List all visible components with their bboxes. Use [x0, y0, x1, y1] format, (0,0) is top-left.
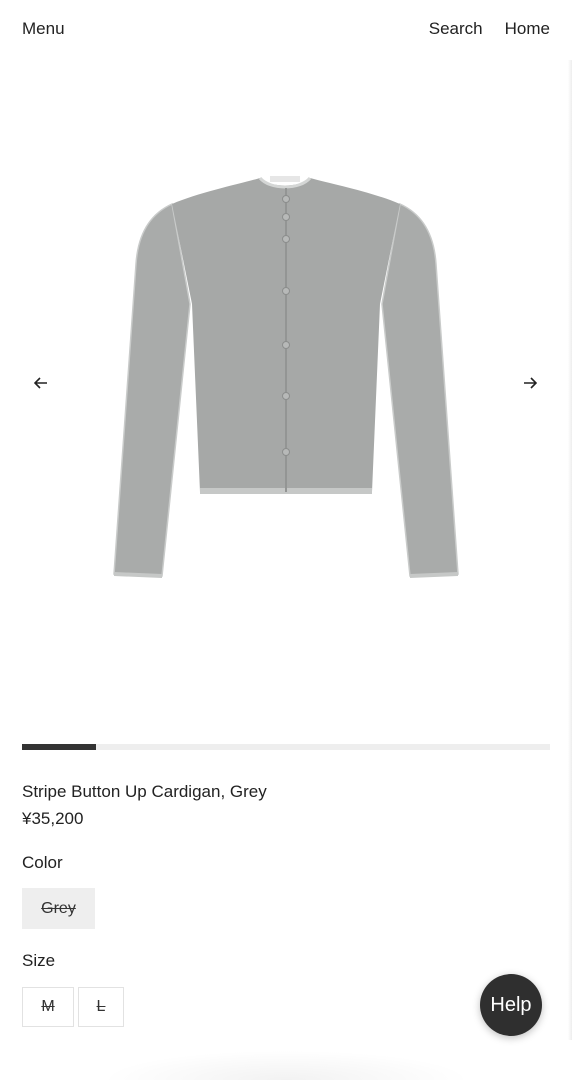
size-label: Size [22, 951, 56, 970]
gallery-progress-fill [22, 744, 96, 750]
arrow-right-icon [524, 377, 537, 389]
arrow-left-icon [34, 377, 47, 389]
menu-link[interactable]: Menu [22, 19, 65, 39]
product-title: Stripe Button Up Cardigan, Grey [22, 782, 267, 801]
bottom-shadow [100, 1050, 472, 1080]
home-link[interactable]: Home [505, 19, 550, 39]
top-nav: Menu Search Home [0, 0, 572, 58]
gallery-progress-track [22, 744, 550, 750]
product-gallery[interactable] [0, 64, 572, 724]
search-link[interactable]: Search [429, 19, 483, 39]
size-option-l[interactable]: L [78, 987, 124, 1027]
product-image [113, 176, 459, 578]
previous-image-button[interactable] [28, 370, 54, 396]
next-image-button[interactable] [517, 370, 543, 396]
product-page: Menu Search Home Stripe Button Up Cardig… [0, 0, 572, 1080]
size-option-m[interactable]: M [22, 987, 74, 1027]
color-option-grey[interactable]: Grey [22, 888, 95, 929]
product-price: ¥35,200 [22, 809, 84, 828]
color-label: Color [22, 853, 63, 872]
header-actions: Search Home [429, 19, 550, 39]
help-button[interactable]: Help [480, 974, 542, 1036]
